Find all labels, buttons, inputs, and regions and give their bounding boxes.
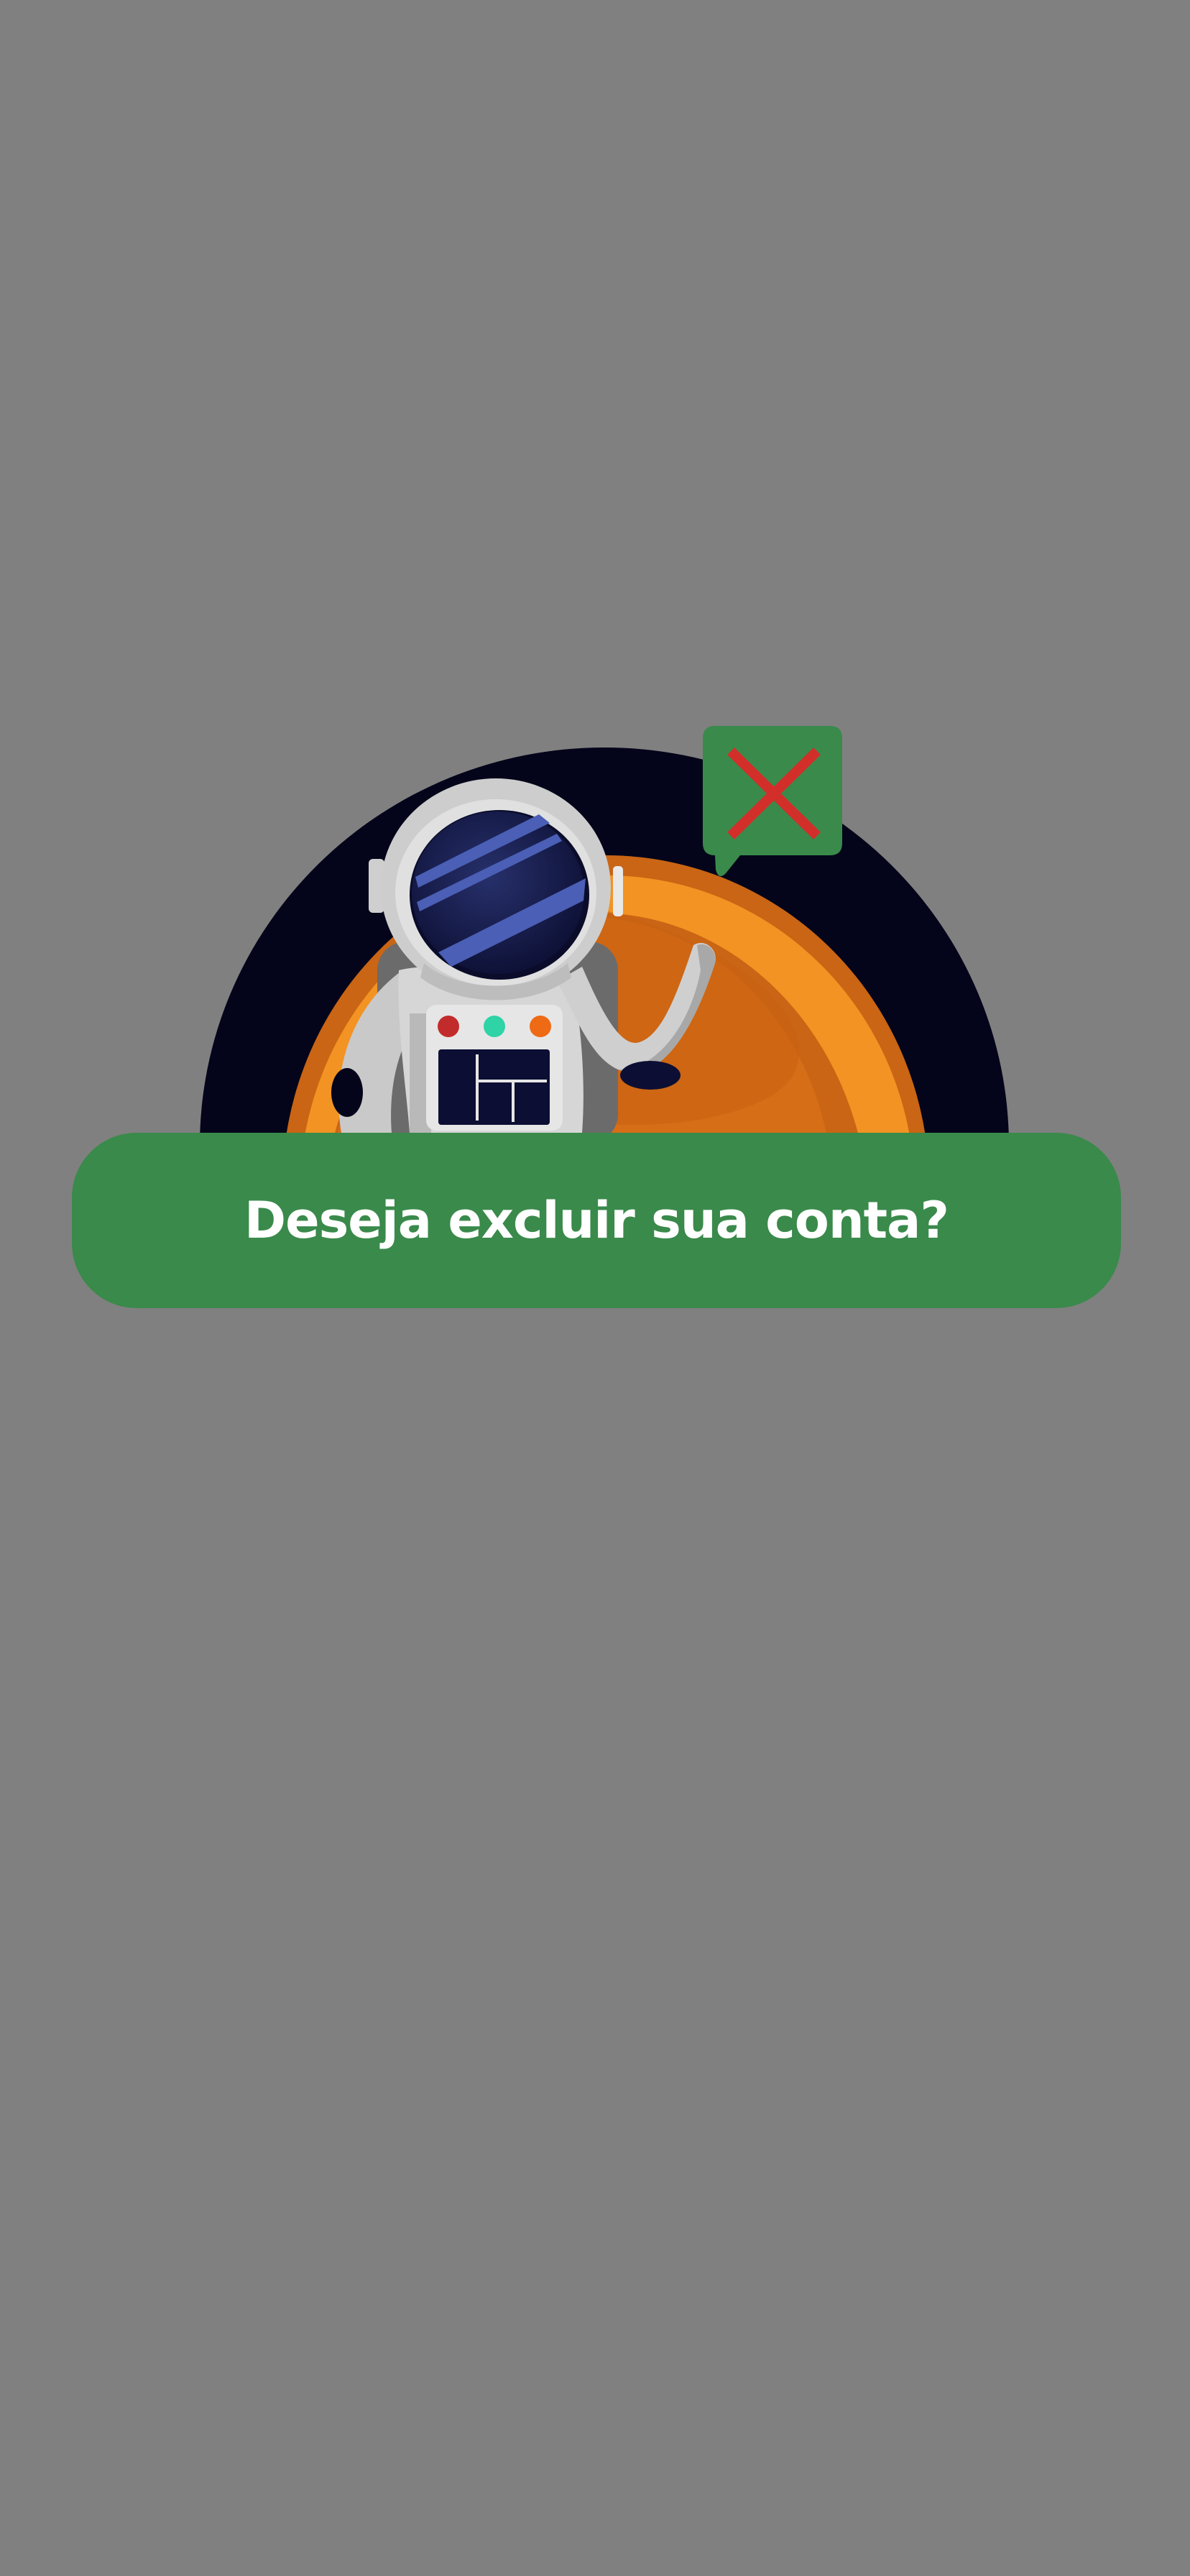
- green-light-icon: [484, 1016, 505, 1037]
- orange-light-icon: [530, 1016, 551, 1037]
- delete-account-question: Deseja excluir sua conta?: [244, 1191, 949, 1250]
- red-light-icon: [438, 1016, 459, 1037]
- delete-account-prompt: Deseja excluir sua conta?: [72, 1133, 1121, 1308]
- close-icon: [703, 726, 842, 876]
- delete-account-illustration: [194, 726, 1013, 1136]
